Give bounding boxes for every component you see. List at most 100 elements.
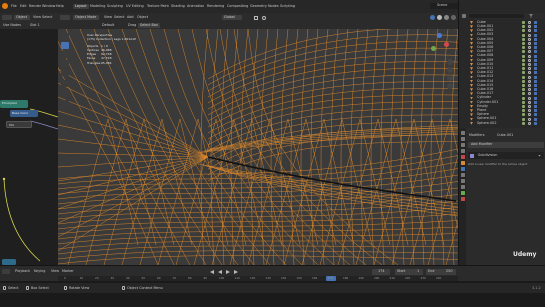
menu-edit[interactable]: Edit — [20, 4, 27, 8]
tab-shading[interactable]: Shading — [171, 4, 185, 8]
rotate-tool-icon[interactable] — [61, 51, 69, 58]
menu-window[interactable]: Window — [42, 4, 55, 8]
snap-icon[interactable] — [254, 15, 258, 20]
shader-node-3[interactable]: Mix — [6, 121, 32, 128]
timeline-menu-marker[interactable]: Marker — [62, 269, 74, 273]
timeline-tick-label: 130 — [265, 275, 271, 280]
scene-props-icon[interactable] — [460, 149, 465, 153]
start-frame-field[interactable]: Start 1 — [395, 269, 423, 275]
move-tool-icon[interactable] — [61, 42, 69, 49]
particles-props-icon[interactable] — [460, 173, 465, 177]
object-mode-dropdown[interactable]: Object Mode — [73, 15, 99, 20]
transform-orientation-dropdown[interactable]: Global — [222, 15, 242, 20]
jump-end-icon[interactable] — [234, 270, 238, 274]
modifier-tab-label: Modifiers — [469, 132, 485, 137]
outliner-funnel-icon[interactable] — [529, 14, 533, 18]
viewport-menu-view[interactable]: View — [104, 15, 112, 19]
axis-z-icon[interactable] — [437, 33, 442, 38]
jump-start-icon[interactable] — [210, 270, 214, 274]
node-canvas[interactable]: Principled Base Color Mix — [0, 29, 58, 265]
add-modifier-button[interactable]: Add Modifier — [468, 142, 544, 148]
object-props-icon[interactable] — [460, 161, 465, 165]
blender-logo-icon[interactable] — [2, 3, 8, 9]
render-props-icon[interactable] — [460, 137, 465, 141]
viewport-shading-solid-icon[interactable] — [437, 15, 442, 20]
slot-dropdown[interactable]: Slot 1 — [30, 23, 40, 27]
outliner-search-input[interactable] — [469, 14, 524, 18]
viewport-menu-select[interactable]: Select — [114, 15, 124, 19]
select-box-dropdown[interactable]: Select Box — [138, 23, 160, 28]
outliner-filter-icon[interactable] — [462, 14, 466, 18]
chevron-down-icon — [538, 154, 541, 157]
tab-animation[interactable]: Animation — [187, 4, 204, 8]
timeline-menu-playback[interactable]: Playback — [15, 269, 30, 273]
tab-geometry-nodes[interactable]: Geometry Nodes — [250, 4, 279, 8]
timeline-menu-view[interactable]: View — [51, 269, 59, 273]
menu-help[interactable]: Help — [56, 4, 64, 8]
perspective-toggle-icon[interactable] — [447, 83, 453, 89]
tool-props-icon[interactable] — [460, 131, 465, 135]
timeline-menu-keying[interactable]: Keying — [34, 269, 45, 273]
node-editor-type-button[interactable] — [2, 15, 12, 20]
status-rotate-view: Rotate View — [69, 285, 90, 290]
current-frame-value: 174 — [378, 269, 385, 274]
tab-scripting[interactable]: Scripting — [280, 4, 295, 8]
navigation-gizmo[interactable] — [428, 33, 450, 55]
camera-view-icon[interactable] — [447, 75, 453, 81]
current-frame-field[interactable]: 174 — [372, 269, 390, 275]
outliner-row[interactable]: Sphere.002 — [459, 121, 545, 126]
viewport-editor-type-button[interactable] — [60, 15, 70, 20]
shader-node-2[interactable]: Base Color — [10, 110, 38, 117]
tweak-tool-icon[interactable] — [61, 33, 69, 40]
viewport-shading-rendered-icon[interactable] — [451, 15, 456, 20]
properties-panel: Modifiers Cube.001 Add Modifier Subdivis… — [458, 128, 545, 265]
physics-props-icon[interactable] — [460, 179, 465, 183]
tab-rendering[interactable]: Rendering — [207, 4, 224, 8]
viewport-shading-material-icon[interactable] — [444, 15, 449, 20]
viewport-menu-add[interactable]: Add — [127, 15, 134, 19]
node-menu-select[interactable]: Select — [42, 15, 52, 19]
add-cube-tool-icon[interactable] — [61, 100, 69, 107]
tab-modeling[interactable]: Modeling — [90, 4, 105, 8]
scale-tool-icon[interactable] — [61, 60, 69, 67]
wrench-icon — [470, 153, 474, 158]
use-nodes-toggle[interactable]: Use Nodes — [3, 23, 21, 27]
modifier-dropdown[interactable]: Subdivision — [468, 152, 544, 159]
node-menu-view[interactable]: View — [33, 15, 41, 19]
zoom-icon[interactable] — [447, 59, 453, 65]
output-props-icon[interactable] — [460, 143, 465, 147]
axis-x-icon[interactable] — [444, 42, 449, 47]
menu-render[interactable]: Render — [29, 4, 41, 8]
play-icon[interactable] — [226, 270, 230, 274]
measure-tool-icon[interactable] — [61, 89, 69, 96]
node-editor-mode[interactable]: Object — [14, 15, 30, 20]
tab-texture-paint[interactable]: Texture Paint — [147, 4, 169, 8]
menu-file[interactable]: File — [11, 4, 17, 8]
viewport-menu-object[interactable]: Object — [137, 15, 148, 19]
data-props-icon[interactable] — [460, 191, 465, 195]
collection-info: (175) Collection | Legs 1.001A1P — [87, 37, 137, 42]
render-camera-icon[interactable] — [534, 121, 537, 125]
snap-default-label[interactable]: Default — [102, 23, 114, 27]
visibility-eye-icon[interactable] — [528, 121, 531, 125]
tab-uv-editing[interactable]: UV Editing — [126, 4, 144, 8]
pan-hand-icon[interactable] — [447, 67, 453, 73]
axis-y-icon[interactable] — [431, 46, 436, 51]
constraints-props-icon[interactable] — [460, 185, 465, 189]
tab-sculpting[interactable]: Sculpting — [107, 4, 123, 8]
timeline-tick-label: 90 — [203, 275, 208, 280]
status-select: Select — [8, 285, 19, 290]
viewport-shading-wireframe-icon[interactable] — [430, 15, 435, 20]
world-props-icon[interactable] — [460, 155, 465, 159]
modifier-props-icon[interactable] — [460, 167, 465, 171]
proportional-edit-icon[interactable] — [262, 15, 266, 20]
timeline-editor-icon[interactable] — [2, 269, 10, 274]
tab-layout[interactable]: Layout — [73, 4, 89, 10]
tab-compositing[interactable]: Compositing — [227, 4, 248, 8]
play-reverse-icon[interactable] — [218, 270, 222, 274]
shader-node-1[interactable]: Principled — [0, 100, 28, 108]
material-props-icon[interactable] — [460, 197, 465, 201]
annotate-tool-icon[interactable] — [61, 80, 69, 87]
end-frame-field[interactable]: End 250 — [426, 269, 456, 275]
transform-tool-icon[interactable] — [61, 69, 69, 76]
